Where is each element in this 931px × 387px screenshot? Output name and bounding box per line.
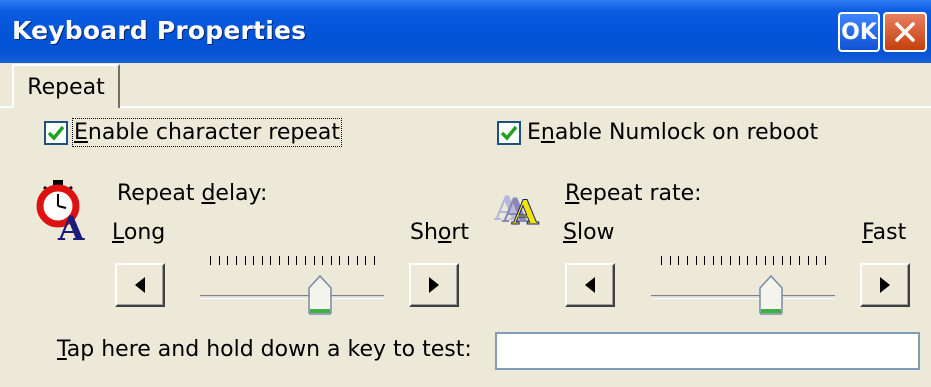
left-arrow-icon (585, 277, 595, 293)
ok-button[interactable]: OK (838, 12, 880, 52)
slider-track (651, 295, 835, 299)
slider-tick (669, 256, 671, 265)
repeat-rate-slider[interactable] (651, 256, 835, 326)
rate-decrease-button[interactable] (565, 263, 615, 307)
slider-tick (313, 256, 315, 265)
slider-tick (730, 256, 732, 265)
tab-label: Repeat (27, 74, 105, 100)
delay-decrease-button[interactable] (115, 263, 165, 307)
slider-track (200, 295, 384, 299)
enable-repeat-checkbox[interactable]: Enable character repeat (44, 118, 342, 147)
enable-numlock-checkbox[interactable]: Enable Numlock on reboot (497, 120, 818, 145)
checkbox-box[interactable] (497, 120, 521, 145)
title-bar: Keyboard Properties OK (0, 0, 931, 63)
slider-tick (764, 256, 766, 265)
stopwatch-a-icon: A (36, 180, 85, 242)
slider-tick (773, 256, 775, 265)
test-input[interactable] (495, 332, 920, 370)
checkbox-box[interactable] (44, 120, 68, 145)
left-arrow-icon (135, 277, 145, 293)
slider-tick (339, 256, 341, 265)
slider-tick (374, 256, 375, 265)
rate-slow-label: Slow (563, 220, 615, 245)
slider-tick (218, 256, 220, 265)
repeated-a-icon: A A A (494, 189, 540, 234)
slider-tick (799, 256, 801, 265)
slider-tick (781, 256, 783, 265)
repeat-delay-slider[interactable] (200, 256, 384, 326)
slider-tick (296, 256, 298, 265)
slider-thumb[interactable] (758, 274, 784, 316)
slider-tick (227, 256, 229, 265)
slider-tick (790, 256, 792, 265)
close-icon (895, 22, 915, 42)
slider-tick (356, 256, 358, 265)
svg-text:A: A (57, 209, 85, 242)
repeat-delay-label: Repeat delay: (117, 181, 268, 206)
test-label: Tap here and hold down a key to test: (57, 337, 472, 362)
slider-tick (712, 256, 714, 265)
slider-tick (287, 256, 289, 265)
svg-text:A: A (511, 193, 539, 233)
enable-numlock-label: Enable Numlock on reboot (527, 120, 819, 145)
slider-tick (704, 256, 706, 265)
slider-tick (253, 256, 255, 265)
slider-tick (686, 256, 688, 265)
slider-tick (235, 256, 237, 265)
slider-tick (304, 256, 306, 265)
slider-tick (261, 256, 263, 265)
checkmark-icon (500, 125, 518, 141)
slider-tick (695, 256, 697, 265)
right-arrow-icon (880, 277, 890, 293)
slider-tick (365, 256, 367, 265)
slider-tick (816, 256, 818, 265)
right-arrow-icon (429, 277, 439, 293)
tab-strip-border (0, 106, 12, 108)
delay-short-label: Short (410, 220, 470, 245)
close-button[interactable] (883, 12, 927, 52)
slider-tick (330, 256, 332, 265)
slider-tick (755, 256, 757, 265)
slider-tick (747, 256, 749, 265)
slider-tick (825, 256, 826, 265)
enable-repeat-label: Enable character repeat (72, 118, 342, 147)
slider-tick (270, 256, 272, 265)
slider-tick (348, 256, 350, 265)
slider-tick (279, 256, 281, 265)
checkmark-icon (47, 125, 65, 141)
slider-thumb[interactable] (307, 274, 333, 316)
slider-tick (322, 256, 324, 265)
window-title: Keyboard Properties (12, 16, 307, 45)
slider-tick (738, 256, 740, 265)
delay-long-label: Long (112, 220, 166, 245)
slider-tick (721, 256, 723, 265)
slider-tick (678, 256, 680, 265)
slider-tick (210, 256, 211, 265)
slider-tick (244, 256, 246, 265)
delay-increase-button[interactable] (409, 263, 459, 307)
rate-increase-button[interactable] (860, 263, 910, 307)
rate-fast-label: Fast (862, 220, 907, 245)
slider-tick (807, 256, 809, 265)
tab-strip-border (120, 106, 931, 108)
repeat-rate-label: Repeat rate: (565, 181, 702, 206)
slider-tick (661, 256, 662, 265)
tab-repeat[interactable]: Repeat (12, 64, 120, 108)
